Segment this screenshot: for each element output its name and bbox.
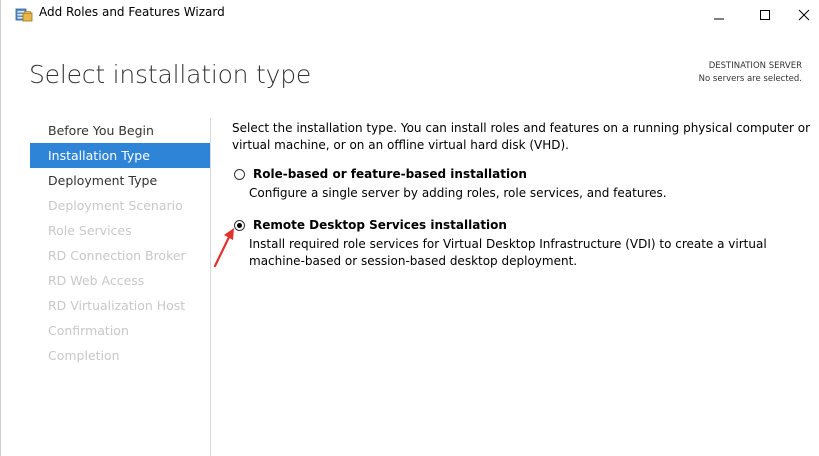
title-bar[interactable]: Add Roles and Features Wizard xyxy=(1,0,819,30)
remote-desktop-option-title[interactable]: Remote Desktop Services installation xyxy=(253,218,507,232)
role-based-radio[interactable] xyxy=(234,169,245,180)
installation-type-description: Select the installation type. You can in… xyxy=(232,121,811,152)
minimize-button[interactable] xyxy=(696,0,742,30)
nav-item-before-you-begin[interactable]: Before You Begin xyxy=(30,118,210,143)
radio-selected-dot xyxy=(237,223,242,228)
maximize-button[interactable] xyxy=(742,0,788,30)
nav-item-deployment-type[interactable]: Deployment Type xyxy=(30,168,210,193)
remote-desktop-option-description: Install required role services for Virtu… xyxy=(249,237,767,268)
minimize-icon xyxy=(714,18,724,20)
close-icon xyxy=(798,9,810,21)
server-manager-icon xyxy=(15,6,33,22)
nav-item-completion: Completion xyxy=(48,348,120,363)
nav-item-deployment-scenario: Deployment Scenario xyxy=(48,198,183,213)
nav-item-installation-type[interactable]: Installation Type xyxy=(30,143,210,168)
nav-item-rd-web-access: RD Web Access xyxy=(48,273,145,288)
role-based-option-title[interactable]: Role-based or feature-based installation xyxy=(253,167,527,181)
destination-server-value: No servers are selected. xyxy=(698,74,802,84)
destination-server-label: DESTINATION SERVER xyxy=(708,61,802,71)
nav-item-confirmation: Confirmation xyxy=(48,323,129,338)
window-title: Add Roles and Features Wizard xyxy=(39,5,225,19)
nav-item-role-services: Role Services xyxy=(48,223,132,238)
nav-item-rd-connection-broker: RD Connection Broker xyxy=(48,248,186,263)
annotation-arrow-icon xyxy=(213,228,234,268)
wizard-window: Add Roles and Features Wizard Select ins… xyxy=(0,0,819,456)
close-button[interactable] xyxy=(788,0,819,30)
nav-item-rd-virtualization-host: RD Virtualization Host xyxy=(48,298,186,313)
nav-divider xyxy=(210,118,211,456)
maximize-icon xyxy=(760,10,770,20)
page-title: Select installation type xyxy=(29,60,312,89)
role-based-option-description: Configure a single server by adding role… xyxy=(249,186,667,200)
